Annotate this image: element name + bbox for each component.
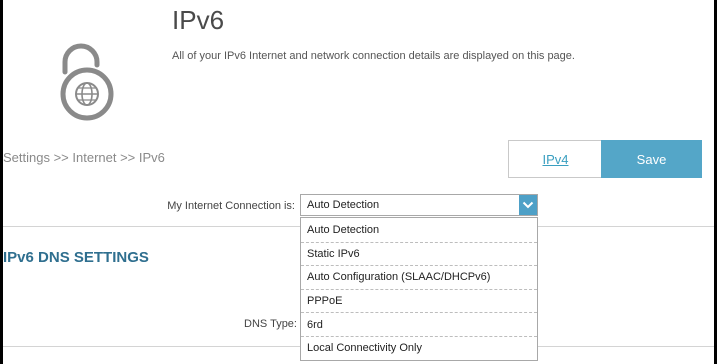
option-static-ipv6[interactable]: Static IPv6 <box>301 241 537 266</box>
page: IPv6 All of your IPv6 Internet and netwo… <box>3 0 714 364</box>
option-auto-detection[interactable]: Auto Detection <box>301 218 537 242</box>
chevron-down-icon[interactable] <box>519 195 537 215</box>
option-pppoe[interactable]: PPPoE <box>301 288 537 313</box>
connection-type-label: My Internet Connection is: <box>167 200 295 212</box>
page-title: IPv6 <box>172 5 225 35</box>
ipv6-dns-settings-heading: IPv6 DNS SETTINGS <box>3 249 149 266</box>
connection-type-value: Auto Detection <box>307 199 380 211</box>
option-6rd[interactable]: 6rd <box>301 312 537 336</box>
connection-type-select[interactable]: Auto Detection <box>300 194 538 216</box>
breadcrumb: Settings >> Internet >> IPv6 <box>3 150 165 165</box>
page-description: All of your IPv6 Internet and network co… <box>172 50 575 62</box>
dns-type-label: DNS Type: <box>244 318 297 330</box>
option-local-connectivity-only[interactable]: Local Connectivity Only <box>301 335 537 360</box>
lock-globe-icon <box>51 42 123 122</box>
ipv4-link-button[interactable]: IPv4 <box>508 140 603 178</box>
option-auto-configuration[interactable]: Auto Configuration (SLAAC/DHCPv6) <box>301 265 537 289</box>
save-button[interactable]: Save <box>601 140 702 178</box>
connection-type-dropdown-list: Auto Detection Static IPv6 Auto Configur… <box>300 217 538 361</box>
